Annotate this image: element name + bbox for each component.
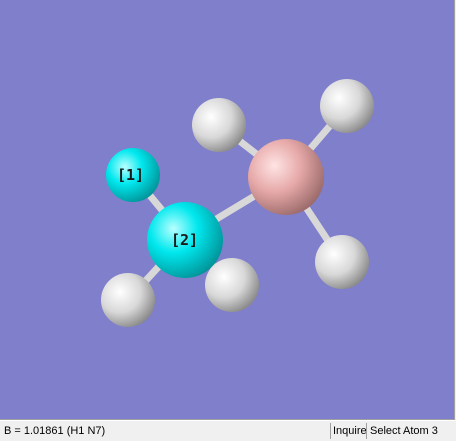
status-bar: B = 1.01861 (H1 N7) Inquire Select Atom …	[0, 420, 456, 441]
atom-label-2: [2]	[171, 231, 198, 249]
atom-h-lower-left[interactable]	[101, 273, 155, 327]
atom-b[interactable]	[248, 139, 324, 215]
action-prompt: Select Atom 3	[366, 423, 456, 439]
atom-h-lower-right[interactable]	[205, 258, 259, 312]
atom-h-right[interactable]	[315, 235, 369, 289]
measurement-readout: B = 1.01861 (H1 N7)	[4, 425, 106, 437]
atom-h-upper-right[interactable]	[320, 79, 374, 133]
atom-label-1: [1]	[117, 166, 144, 184]
atom-h-upper-left[interactable]	[192, 98, 246, 152]
molecule-canvas[interactable]: [1] [2]	[0, 0, 454, 419]
molecule-viewer-window: [1] [2] B = 1.01861 (H1 N7) Inquire Sele…	[0, 0, 456, 441]
3d-molecule-viewport[interactable]: [1] [2]	[0, 0, 455, 420]
mode-indicator: Inquire	[330, 423, 367, 439]
